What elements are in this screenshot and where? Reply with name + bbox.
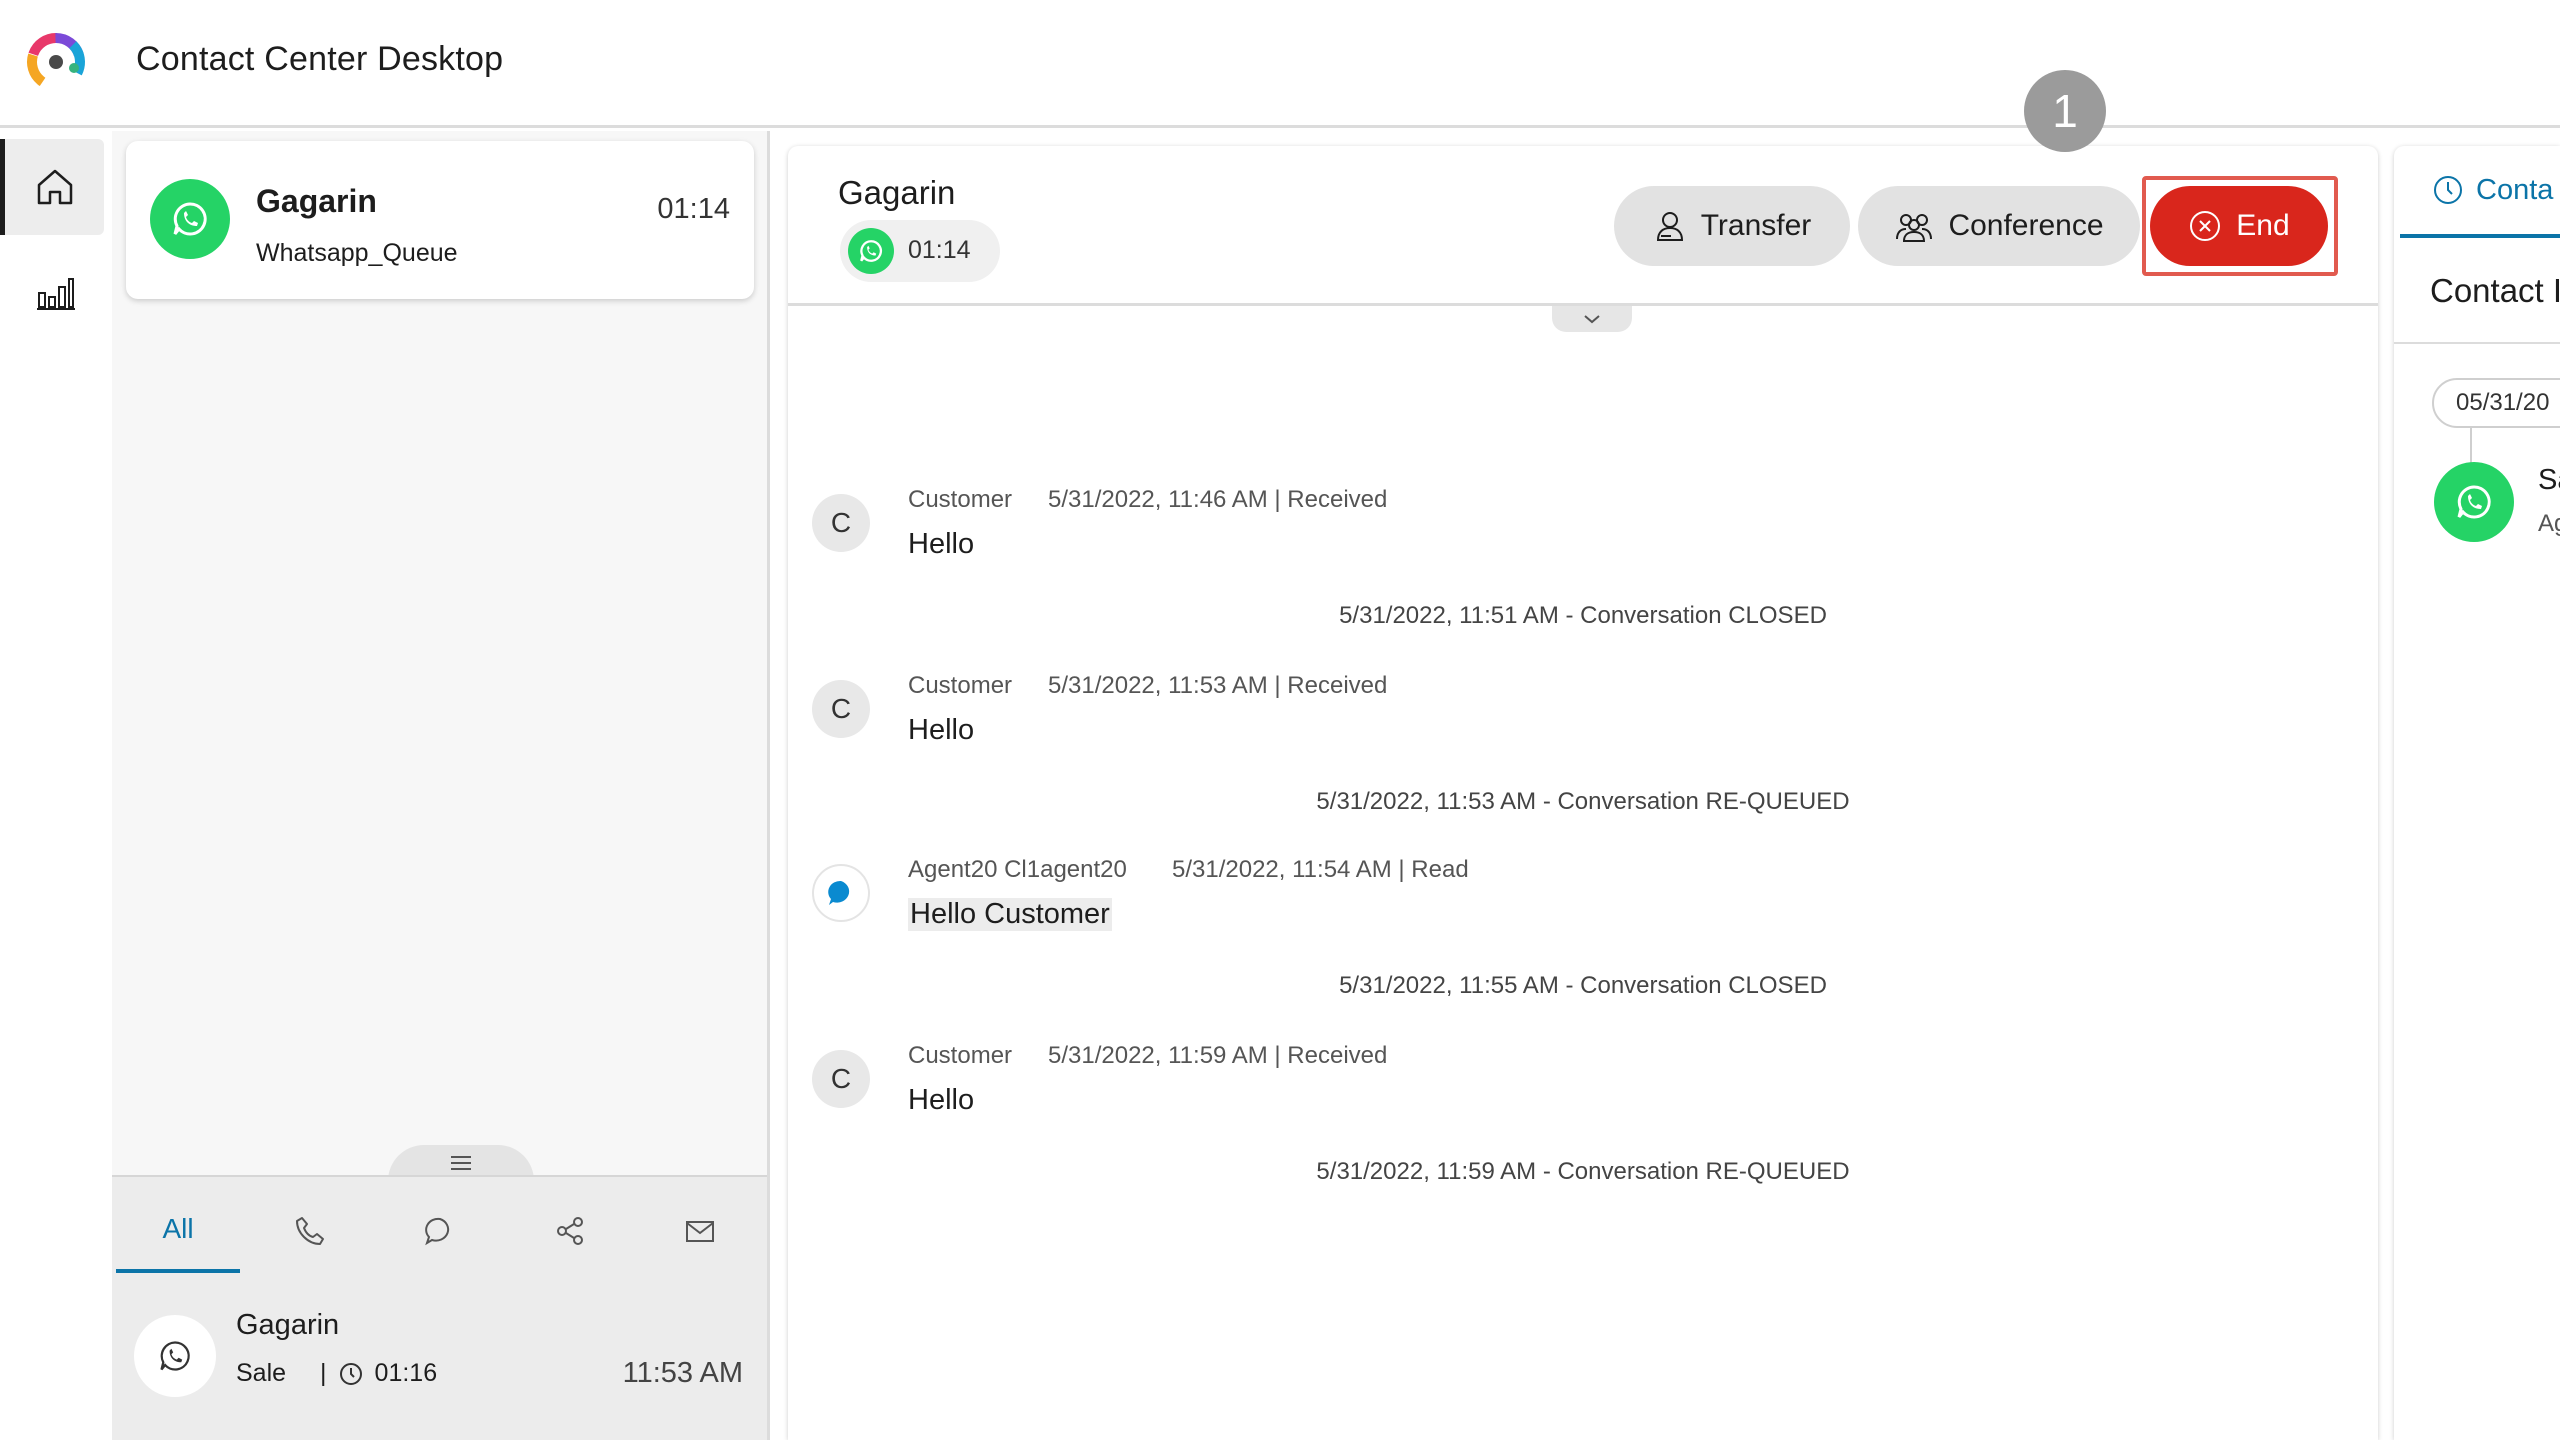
message-meta: 5/31/2022, 11:59 AM | Received: [1048, 1042, 1388, 1069]
history-entry-name: Sa: [2538, 464, 2560, 496]
transfer-icon: [1656, 212, 1683, 241]
tab-voice[interactable]: [248, 1189, 372, 1273]
tab-email[interactable]: [638, 1189, 762, 1273]
transfer-button[interactable]: Transfer: [1614, 186, 1850, 266]
system-event: 5/31/2022, 11:55 AM - Conversation CLOSE…: [1339, 972, 1827, 999]
top-bar: Contact Center Desktop: [0, 0, 2560, 128]
chat-message: C Customer 5/31/2022, 11:59 AM | Receive…: [788, 1030, 2378, 1150]
end-button[interactable]: End: [2150, 186, 2328, 266]
history-duration: 01:16: [374, 1359, 438, 1387]
conference-icon: [1896, 214, 1933, 242]
history-item[interactable]: Gagarin Sale | 01:16 11:53 AM: [112, 1287, 767, 1437]
clock-icon: [339, 1362, 362, 1385]
message-text: Hello Customer: [908, 898, 1112, 931]
phone-icon: [296, 1217, 324, 1245]
tab-social[interactable]: [508, 1189, 632, 1273]
message-sender: Customer: [908, 486, 1013, 513]
tab-chat[interactable]: [378, 1189, 502, 1273]
chat-message: C Customer 5/31/2022, 11:46 AM | Receive…: [788, 474, 2378, 594]
whatsapp-icon: [2434, 462, 2514, 542]
home-nav-button[interactable]: [0, 139, 104, 235]
task-card[interactable]: Gagarin Whatsapp_Queue 01:14: [126, 141, 754, 299]
interaction-header: Gagarin 01:14 Transfer Conference End 1: [788, 70, 2378, 306]
date-chip: 05/31/20: [2432, 378, 2560, 428]
message-text: Hello: [908, 528, 975, 560]
customer-avatar: C: [812, 1050, 870, 1108]
chat-bubble-icon: [828, 880, 850, 905]
channel-filter-tabs: All: [112, 1177, 767, 1277]
history-separator: |: [320, 1359, 327, 1387]
system-event: 5/31/2022, 11:59 AM - Conversation RE-QU…: [1316, 1158, 1850, 1185]
app-title: Contact Center Desktop: [136, 40, 504, 78]
system-event: 5/31/2022, 11:53 AM - Conversation RE-QU…: [1316, 788, 1850, 815]
social-icon: [557, 1217, 583, 1245]
task-list-panel: Gagarin Whatsapp_Queue 01:14 All Gagarin…: [112, 131, 770, 1440]
interaction-timer-pill: 01:14: [840, 220, 1000, 282]
conference-button[interactable]: Conference: [1858, 186, 2140, 266]
contact-history-panel: Conta Contact I 05/31/20 Sa Ag: [2394, 146, 2560, 1440]
app-logo-icon: [27, 33, 85, 91]
interaction-timer: 01:14: [908, 236, 971, 264]
clock-icon: [2434, 176, 2462, 204]
history-entry-sub: Ag: [2538, 510, 2560, 537]
bar-chart-icon: [37, 278, 75, 310]
system-event: 5/31/2022, 11:51 AM - Conversation CLOSE…: [1339, 602, 1827, 629]
message-sender: Customer: [908, 672, 1013, 699]
message-text: Hello: [908, 1084, 975, 1116]
history-drawer: All Gagarin Sale | 01:16 11:53 AM: [112, 1175, 767, 1440]
interaction-panel: Gagarin 01:14 Transfer Conference End 1 …: [788, 70, 2378, 1440]
message-meta: 5/31/2022, 11:46 AM | Received: [1048, 486, 1388, 513]
history-time: 11:53 AM: [622, 1357, 743, 1389]
chat-transcript: C Customer 5/31/2022, 11:46 AM | Receive…: [788, 306, 2378, 1206]
close-circle-icon: [2190, 211, 2221, 241]
contact-tab-label: Conta: [2476, 173, 2554, 206]
tab-all[interactable]: All: [116, 1189, 240, 1273]
stats-nav-button[interactable]: [18, 255, 94, 331]
tab-contact-history[interactable]: Conta: [2400, 146, 2560, 238]
task-customer-name: Gagarin: [256, 183, 377, 219]
task-queue-name: Whatsapp_Queue: [256, 239, 458, 267]
whatsapp-outline-icon: [134, 1315, 216, 1397]
end-label: End: [2236, 209, 2290, 242]
chat-icon: [425, 1217, 450, 1246]
task-timer: 01:14: [657, 193, 730, 225]
contact-history-heading: Contact I: [2430, 272, 2560, 309]
customer-avatar: C: [812, 680, 870, 738]
message-sender: Customer: [908, 1042, 1013, 1069]
whatsapp-icon: [848, 228, 894, 274]
nav-rail: [0, 131, 112, 1440]
transfer-label: Transfer: [1700, 209, 1812, 242]
history-details: Sale | 01:16: [236, 1359, 437, 1388]
history-customer-name: Gagarin: [236, 1309, 340, 1341]
message-sender: Agent20 Cl1agent20: [908, 856, 1127, 883]
chat-message: Agent20 Cl1agent20 5/31/2022, 11:54 AM |…: [788, 844, 2378, 964]
home-icon: [37, 169, 72, 205]
email-icon: [686, 1221, 714, 1242]
message-meta: 5/31/2022, 11:53 AM | Received: [1048, 672, 1388, 699]
customer-avatar: C: [812, 494, 870, 552]
menu-lines-icon: [451, 1156, 471, 1170]
message-meta: 5/31/2022, 11:54 AM | Read: [1172, 856, 1469, 883]
message-text: Hello: [908, 714, 975, 746]
divider: [2394, 342, 2560, 344]
chat-message: C Customer 5/31/2022, 11:53 AM | Receive…: [788, 660, 2378, 780]
conference-label: Conference: [1948, 209, 2104, 242]
whatsapp-icon: [150, 179, 230, 259]
agent-avatar: [812, 864, 870, 922]
interaction-title: Gagarin: [838, 174, 956, 211]
history-label: Sale: [236, 1359, 287, 1387]
step-number-badge: 1: [2024, 70, 2106, 152]
